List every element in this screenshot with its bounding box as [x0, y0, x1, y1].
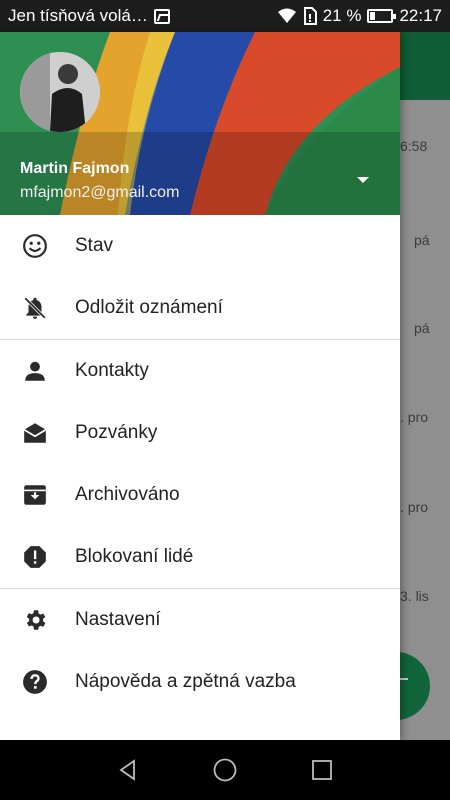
timestamp: pá — [414, 232, 430, 248]
home-icon — [213, 758, 237, 782]
menu-item-label: Nápověda a zpětná vazba — [75, 671, 296, 692]
navigation-drawer: Martin Fajmon mfajmon2@gmail.com Stav Od… — [0, 32, 400, 740]
gear-icon — [22, 607, 48, 633]
user-email: mfajmon2@gmail.com — [20, 184, 180, 201]
system-navigation-bar — [0, 740, 450, 800]
clock: 22:17 — [399, 6, 442, 25]
wifi-icon — [277, 8, 296, 23]
user-name: Martin Fajmon — [20, 160, 130, 177]
menu-item-label: Blokovaní lidé — [75, 546, 194, 567]
menu-item-napoveda[interactable]: Nápověda a zpětná vazba — [0, 651, 400, 713]
drawer-menu: Stav Odložit oznámení Kontakty Pozvánky — [0, 215, 400, 713]
back-button[interactable] — [108, 750, 148, 790]
timestamp: 6:58 — [400, 138, 428, 154]
home-button[interactable] — [205, 750, 245, 790]
smiley-icon — [22, 233, 48, 259]
menu-item-blokovani-lide[interactable]: Blokovaní lidé — [0, 526, 400, 588]
account-dropdown-icon[interactable] — [357, 177, 369, 183]
recents-icon — [311, 760, 332, 780]
image-notification-icon — [153, 8, 170, 24]
menu-item-label: Pozvánky — [75, 422, 158, 443]
menu-item-label: Kontakty — [75, 360, 149, 381]
timestamp: pá — [414, 320, 430, 336]
battery-icon — [367, 9, 397, 23]
menu-item-label: Nastavení — [75, 609, 161, 630]
timestamp: . pro — [400, 409, 429, 425]
help-icon — [22, 669, 48, 695]
menu-item-label: Odložit oznámení — [75, 297, 223, 318]
menu-item-stav[interactable]: Stav — [0, 215, 400, 277]
recents-button[interactable] — [302, 750, 342, 790]
block-alert-icon — [22, 544, 48, 570]
timestamp: 3. lis — [400, 588, 429, 604]
menu-item-kontakty[interactable]: Kontakty — [0, 340, 400, 402]
mail-open-icon — [22, 420, 48, 446]
menu-item-pozvanky[interactable]: Pozvánky — [0, 402, 400, 464]
menu-item-nastaveni[interactable]: Nastavení — [0, 589, 400, 651]
person-icon — [22, 358, 48, 384]
menu-item-odlozit-oznameni[interactable]: Odložit oznámení — [0, 277, 400, 339]
account-header[interactable]: Martin Fajmon mfajmon2@gmail.com — [0, 32, 400, 215]
avatar[interactable] — [20, 52, 100, 132]
menu-item-label: Stav — [75, 235, 114, 256]
timestamp: . pro — [400, 499, 429, 515]
status-bar: Jen tísňová volá… 21 % 22:17 — [0, 0, 450, 32]
back-icon — [119, 759, 136, 781]
bell-off-icon — [22, 295, 48, 321]
battery-percent: 21 % — [322, 6, 362, 25]
archive-icon — [22, 482, 48, 508]
sim-icon — [303, 7, 317, 25]
menu-item-archivovano[interactable]: Archivováno — [0, 464, 400, 526]
menu-item-label: Archivováno — [75, 484, 180, 505]
carrier-text: Jen tísňová volá… — [8, 6, 148, 25]
